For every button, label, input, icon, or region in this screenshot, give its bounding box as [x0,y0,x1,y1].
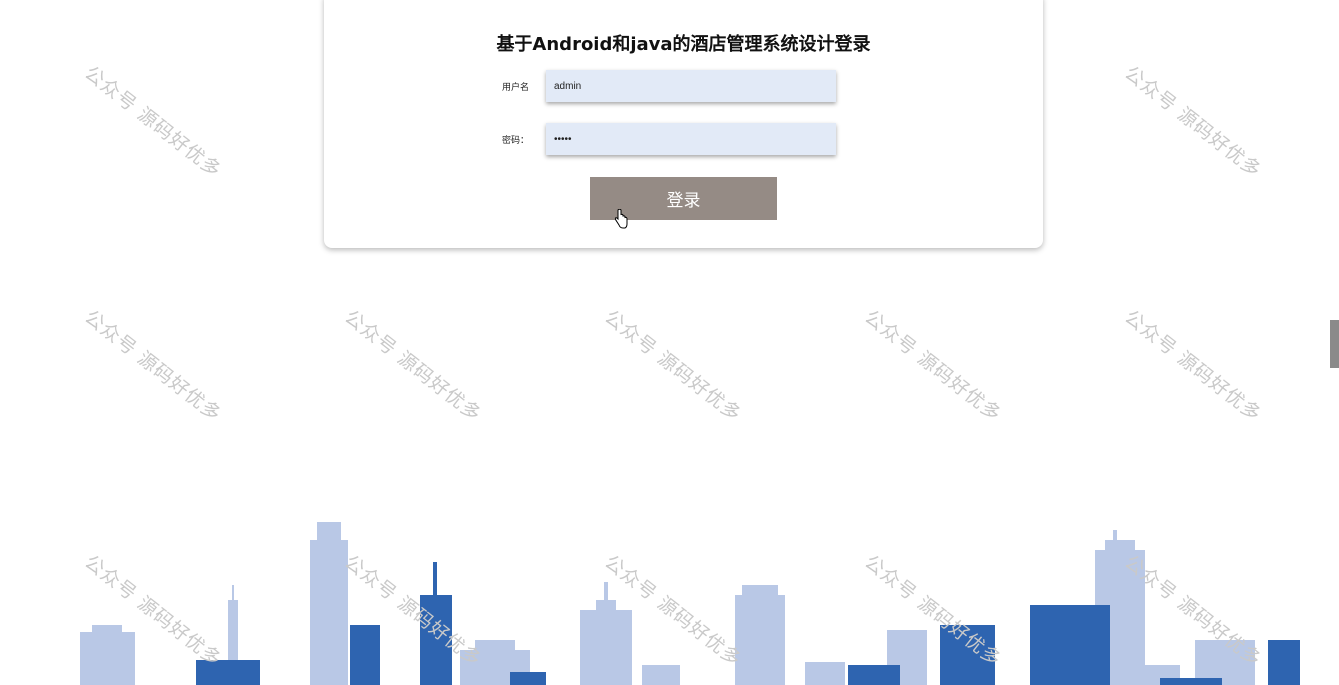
hand-cursor-icon [614,209,628,229]
watermark-text: 公众号 源码好优多 [860,306,1006,427]
password-row: 密码： ••••• [494,122,836,156]
username-input[interactable]: admin [546,70,836,102]
scrollbar-thumb[interactable] [1330,320,1339,368]
password-label: 密码： [502,135,530,146]
city-skyline-illustration [80,522,1300,685]
watermark-text: 公众号 源码好优多 [1120,306,1266,427]
password-input[interactable]: ••••• [546,123,836,155]
watermark-text: 公众号 源码好优多 [340,306,486,427]
username-row: 用户名 admin [494,69,836,103]
login-title: 基于Android和java的酒店管理系统设计登录 [496,34,871,55]
login-card: 基于Android和java的酒店管理系统设计登录 用户名 admin 密码： … [324,0,1043,248]
login-page: 公众号 源码好优多 公众号 源码好优多 公众号 源码好优多 公众号 源码好优多 … [0,0,1339,685]
username-label: 用户名 [502,82,530,93]
watermark-text: 公众号 源码好优多 [80,306,226,427]
watermark-text: 公众号 源码好优多 [1120,62,1266,183]
watermark-text: 公众号 源码好优多 [80,62,226,183]
watermark-text: 公众号 源码好优多 [600,306,746,427]
